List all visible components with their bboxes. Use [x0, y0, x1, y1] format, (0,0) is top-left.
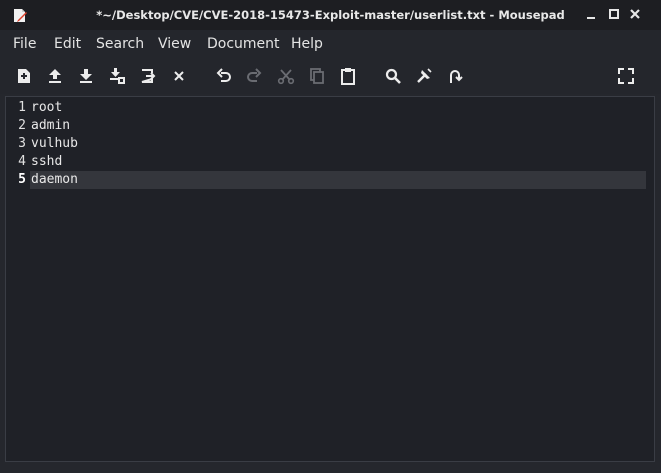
- redo-button[interactable]: [245, 67, 263, 85]
- minimize-icon: [587, 17, 595, 19]
- reload-button[interactable]: [139, 67, 157, 85]
- find-replace-button[interactable]: [415, 67, 433, 85]
- undo-icon: [216, 68, 231, 82]
- toolbar: [0, 58, 661, 94]
- line-number-gutter: 1 2 3 4 5: [6, 99, 28, 189]
- save-as-icon: [110, 68, 125, 84]
- cut-icon: [277, 69, 295, 85]
- line-number: 4: [18, 154, 26, 169]
- redo-icon: [247, 68, 262, 82]
- reload-icon: [141, 69, 156, 83]
- new-document-button[interactable]: [15, 67, 33, 85]
- save-as-button[interactable]: [108, 67, 126, 85]
- text-line[interactable]: vulhub: [30, 135, 646, 153]
- fullscreen-button[interactable]: [617, 67, 635, 85]
- text-line[interactable]: root: [30, 99, 646, 117]
- close-document-icon: [174, 71, 184, 81]
- menu-view[interactable]: View: [158, 36, 191, 52]
- paste-button[interactable]: [339, 67, 357, 85]
- menu-file[interactable]: File: [13, 36, 36, 52]
- find-icon: [385, 68, 401, 84]
- save-icon: [80, 69, 92, 83]
- close-button[interactable]: [628, 7, 642, 21]
- title-bar[interactable]: *~/Desktop/CVE/CVE-2018-15473-Exploit-ma…: [0, 0, 661, 30]
- line-number: 3: [18, 136, 26, 151]
- line-number: 1: [18, 100, 26, 115]
- copy-button[interactable]: [308, 67, 326, 85]
- copy-icon: [310, 68, 324, 84]
- maximize-button[interactable]: [607, 7, 621, 21]
- menu-edit[interactable]: Edit: [54, 36, 81, 52]
- open-button[interactable]: [46, 67, 64, 85]
- maximize-icon: [609, 9, 619, 19]
- new-document-icon: [18, 69, 30, 83]
- close-icon: [630, 9, 640, 19]
- text-editor[interactable]: 1 2 3 4 5 root admin vulhub sshd daemon: [5, 96, 655, 462]
- close-document-button[interactable]: [170, 67, 188, 85]
- current-text-line[interactable]: daemon: [30, 171, 646, 189]
- paste-icon: [341, 68, 355, 85]
- line-number-current: 5: [18, 172, 26, 187]
- save-button[interactable]: [77, 67, 95, 85]
- menu-search[interactable]: Search: [96, 36, 144, 52]
- line-number: 2: [18, 118, 26, 133]
- minimize-button[interactable]: [584, 7, 598, 21]
- find-button[interactable]: [384, 67, 402, 85]
- undo-button[interactable]: [215, 67, 233, 85]
- open-icon: [49, 69, 61, 83]
- fullscreen-icon: [618, 68, 634, 84]
- text-line[interactable]: admin: [30, 117, 646, 135]
- go-to-line-icon: [450, 70, 463, 83]
- window-title: *~/Desktop/CVE/CVE-2018-15473-Exploit-ma…: [96, 8, 565, 22]
- menu-bar: File Edit Search View Document Help: [0, 30, 661, 58]
- text-line[interactable]: sshd: [30, 153, 646, 171]
- mousepad-window: *~/Desktop/CVE/CVE-2018-15473-Exploit-ma…: [0, 0, 661, 473]
- menu-help[interactable]: Help: [291, 36, 323, 52]
- find-replace-icon: [417, 68, 432, 83]
- go-to-line-button[interactable]: [446, 67, 464, 85]
- cut-button[interactable]: [277, 67, 295, 85]
- menu-document[interactable]: Document: [207, 36, 280, 52]
- text-content[interactable]: root admin vulhub sshd daemon: [30, 99, 646, 189]
